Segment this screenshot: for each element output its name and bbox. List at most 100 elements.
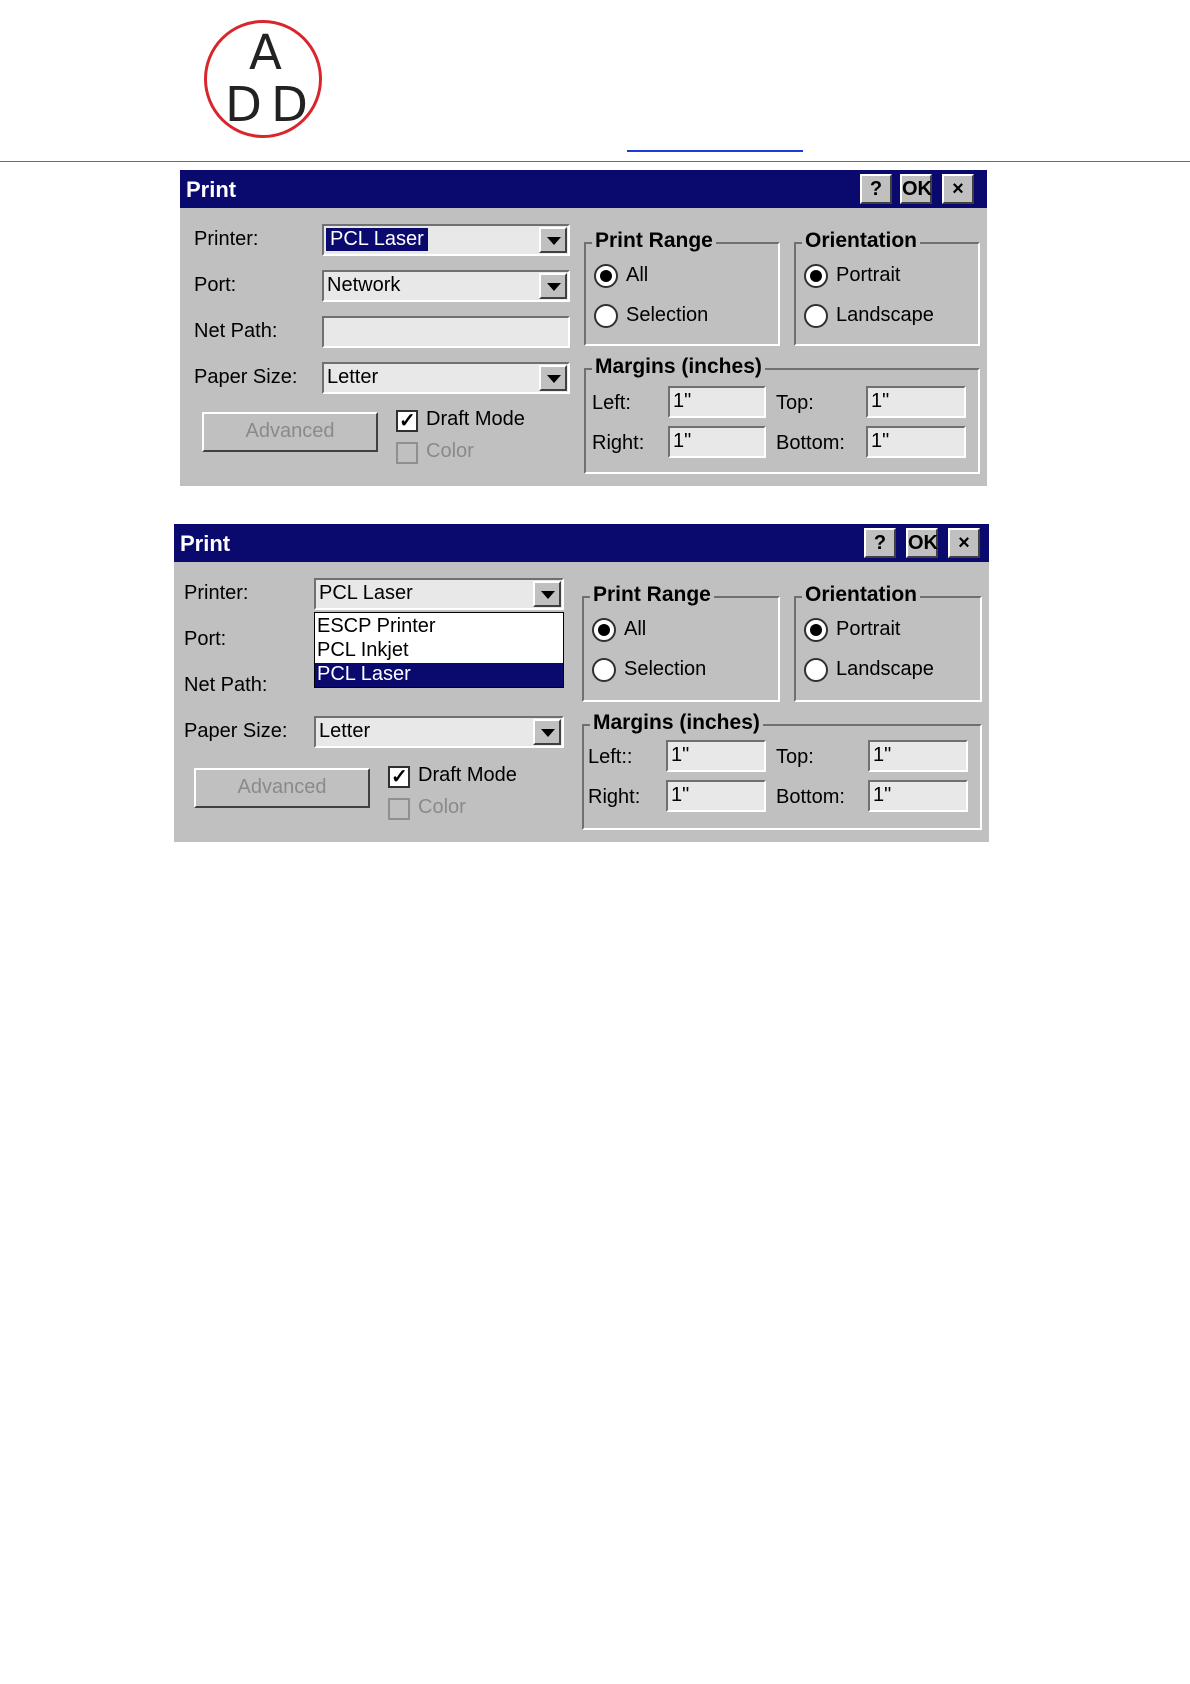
print-range-all-radio[interactable] <box>592 618 616 642</box>
logo-letter-d1: D <box>225 77 262 133</box>
orientation-group: Orientation <box>794 583 982 702</box>
right-margin-input[interactable]: 1" <box>666 780 766 812</box>
right-margin-label: Right: <box>592 432 645 454</box>
printer-option-pcl-inkjet[interactable]: PCL Inkjet <box>315 639 563 663</box>
chevron-down-icon[interactable] <box>533 581 561 607</box>
header-divider <box>0 161 1190 162</box>
paper-size-label: Paper Size: <box>184 720 288 742</box>
print-range-all-label: All <box>626 264 649 286</box>
print-range-selection-label: Selection <box>626 304 709 326</box>
logo-letter-a: A <box>249 25 282 81</box>
print-dialog-2: Print ? OK × Printer: PCL Laser ESCP Pri… <box>174 524 989 842</box>
bottom-margin-value: 1" <box>871 430 890 452</box>
print-range-title: Print Range <box>592 229 716 253</box>
chevron-down-icon[interactable] <box>539 365 567 391</box>
advanced-button[interactable]: Advanced <box>202 412 378 452</box>
top-margin-input[interactable]: 1" <box>868 740 968 772</box>
draft-mode-label: Draft Mode <box>426 408 525 430</box>
help-button[interactable]: ? <box>864 528 896 558</box>
right-margin-input[interactable]: 1" <box>668 426 766 458</box>
draft-mode-checkbox[interactable]: ✓ <box>396 410 418 432</box>
top-margin-label: Top: <box>776 392 814 414</box>
net-path-label: Net Path: <box>184 674 268 696</box>
bottom-margin-label: Bottom: <box>776 786 845 808</box>
print-range-selection-radio[interactable] <box>592 658 616 682</box>
logo-letter-d2: D <box>271 77 308 133</box>
left-margin-input[interactable]: 1" <box>668 386 766 418</box>
paper-size-value: Letter <box>327 366 379 388</box>
chevron-down-icon[interactable] <box>539 227 567 253</box>
close-button[interactable]: × <box>942 174 974 204</box>
paper-size-value: Letter <box>319 720 371 742</box>
port-value: Network <box>327 274 401 296</box>
color-checkbox[interactable] <box>388 798 410 820</box>
portrait-label: Portrait <box>836 618 901 640</box>
print-range-selection-label: Selection <box>624 658 707 680</box>
printer-dropdown-list: ESCP Printer PCL Inkjet PCL Laser <box>314 612 564 688</box>
dialog-title: Print <box>186 177 237 202</box>
port-label: Port: <box>194 274 237 296</box>
right-margin-value: 1" <box>671 784 690 806</box>
company-logo: A D D <box>204 20 322 138</box>
printer-option-pcl-laser[interactable]: PCL Laser <box>315 663 563 687</box>
printer-select[interactable]: PCL Laser <box>322 224 570 256</box>
orientation-title: Orientation <box>802 583 921 607</box>
left-margin-value: 1" <box>673 390 692 412</box>
margins-group: Margins (inches) <box>584 355 980 474</box>
print-range-group: Print Range <box>582 583 780 702</box>
top-margin-value: 1" <box>871 390 890 412</box>
landscape-radio[interactable] <box>804 304 828 328</box>
print-range-all-label: All <box>624 618 647 640</box>
bottom-margin-input[interactable]: 1" <box>868 780 968 812</box>
draft-mode-checkbox[interactable]: ✓ <box>388 766 410 788</box>
portrait-radio[interactable] <box>804 264 828 288</box>
print-range-group: Print Range <box>584 229 780 346</box>
color-checkbox[interactable] <box>396 442 418 464</box>
ok-button[interactable]: OK <box>906 528 938 558</box>
landscape-label: Landscape <box>836 658 934 680</box>
check-icon: ✓ <box>399 410 416 432</box>
portrait-label: Portrait <box>836 264 901 286</box>
printer-label: Printer: <box>194 228 259 250</box>
print-range-selection-radio[interactable] <box>594 304 618 328</box>
paper-size-select[interactable]: Letter <box>314 716 564 748</box>
dialog-title: Print <box>180 531 231 556</box>
chevron-down-icon[interactable] <box>539 273 567 299</box>
print-dialog-1: Print ? OK × Printer: PCL Laser Port: Ne… <box>180 170 987 486</box>
margins-title: Margins (inches) <box>592 355 765 379</box>
bottom-margin-value: 1" <box>873 784 892 806</box>
port-label: Port: <box>184 628 227 650</box>
landscape-label: Landscape <box>836 304 934 326</box>
top-margin-input[interactable]: 1" <box>866 386 966 418</box>
title-bar: Print ? OK × <box>180 170 987 208</box>
port-select[interactable]: Network <box>322 270 570 302</box>
orientation-group: Orientation <box>794 229 980 346</box>
printer-option-escp[interactable]: ESCP Printer <box>315 615 563 639</box>
left-margin-input[interactable]: 1" <box>666 740 766 772</box>
advanced-button[interactable]: Advanced <box>194 768 370 808</box>
portrait-radio[interactable] <box>804 618 828 642</box>
print-range-title: Print Range <box>590 583 714 607</box>
paper-size-select[interactable]: Letter <box>322 362 570 394</box>
paper-size-label: Paper Size: <box>194 366 298 388</box>
left-margin-label: Left:: <box>588 746 633 768</box>
landscape-radio[interactable] <box>804 658 828 682</box>
close-button[interactable]: × <box>948 528 980 558</box>
printer-select[interactable]: PCL Laser <box>314 578 564 610</box>
title-bar: Print ? OK × <box>174 524 989 562</box>
help-button[interactable]: ? <box>860 174 892 204</box>
ok-button[interactable]: OK <box>900 174 932 204</box>
right-margin-value: 1" <box>673 430 692 452</box>
net-path-label: Net Path: <box>194 320 278 342</box>
print-range-all-radio[interactable] <box>594 264 618 288</box>
top-margin-label: Top: <box>776 746 814 768</box>
printer-value: PCL Laser <box>319 582 413 604</box>
bottom-margin-input[interactable]: 1" <box>866 426 966 458</box>
chevron-down-icon[interactable] <box>533 719 561 745</box>
printer-value: PCL Laser <box>326 228 428 251</box>
net-path-input[interactable] <box>322 316 570 348</box>
header-link-underline[interactable] <box>627 150 803 152</box>
draft-mode-label: Draft Mode <box>418 764 517 786</box>
left-margin-label: Left: <box>592 392 631 414</box>
color-label: Color <box>418 796 466 818</box>
